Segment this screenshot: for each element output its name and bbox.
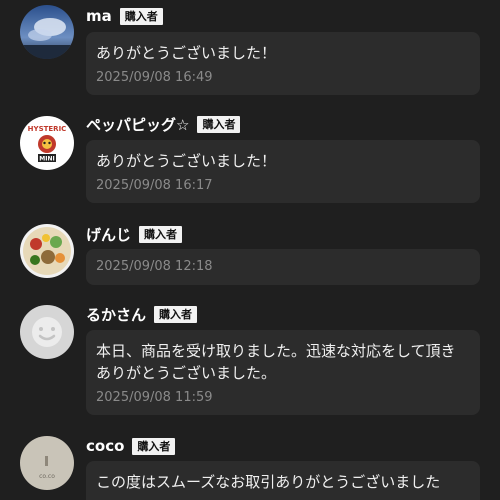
coco-logo-avatar-icon[interactable]: co.co bbox=[20, 436, 74, 490]
comment-item: ma 購入者 ありがとうございました！ 2025/09/08 16:49 bbox=[0, 0, 500, 110]
svg-text:MINI: MINI bbox=[39, 156, 54, 163]
buyer-badge: 購入者 bbox=[119, 7, 163, 25]
comment-bubble: この度はスムーズなお取引ありがとうございました bbox=[86, 461, 480, 500]
buyer-badge: 購入者 bbox=[132, 437, 176, 455]
comment-bubble: ありがとうございました！ 2025/09/08 16:17 bbox=[86, 140, 480, 203]
buyer-badge: 購入者 bbox=[154, 305, 198, 323]
comment-item: るかさん 購入者 本日、商品を受け取りました。迅速な対応をして頂きありがとうござ… bbox=[0, 300, 500, 430]
username[interactable]: げんじ bbox=[86, 224, 131, 245]
comment-item: HYSTERIC MINI ペッパピッグ☆ 購入者 ありがとうございました！ 2… bbox=[0, 110, 500, 220]
comment-timestamp: 2025/09/08 11:59 bbox=[96, 390, 213, 405]
username[interactable]: るかさん bbox=[86, 304, 146, 325]
comment-bubble: 2025/09/08 12:18 bbox=[86, 249, 480, 285]
svg-text:co.co: co.co bbox=[39, 473, 55, 480]
comment-bubble: ありがとうございました！ 2025/09/08 16:49 bbox=[86, 32, 480, 95]
username[interactable]: coco bbox=[86, 437, 124, 455]
comment-timestamp: 2025/09/08 16:17 bbox=[96, 178, 213, 193]
username[interactable]: ペッパピッグ☆ bbox=[86, 114, 189, 135]
default-user-avatar-icon[interactable] bbox=[20, 305, 74, 359]
comment-feed: ma 購入者 ありがとうございました！ 2025/09/08 16:49 HYS… bbox=[0, 0, 500, 500]
comment-text: ありがとうございました！ bbox=[96, 44, 277, 62]
username[interactable]: ma bbox=[86, 7, 112, 25]
comment-timestamp: 2025/09/08 16:49 bbox=[96, 70, 213, 85]
comment-text: ありがとうございました！ bbox=[96, 152, 277, 170]
comment-item: co.co coco 購入者 この度はスムーズなお取引ありがとうございました bbox=[0, 430, 500, 500]
comment-text: この度はスムーズなお取引ありがとうございました bbox=[96, 473, 441, 491]
buyer-badge: 購入者 bbox=[139, 225, 183, 243]
comment-timestamp: 2025/09/08 12:18 bbox=[96, 259, 213, 274]
hysteric-mini-logo-avatar-icon[interactable]: HYSTERIC MINI bbox=[20, 116, 74, 170]
comment-bubble: 本日、商品を受け取りました。迅速な対応をして頂きありがとうございました。 202… bbox=[86, 330, 480, 415]
sky-landscape-avatar-icon[interactable] bbox=[20, 5, 74, 59]
buyer-badge: 購入者 bbox=[197, 115, 241, 133]
comment-item: げんじ 購入者 2025/09/08 12:18 bbox=[0, 220, 500, 300]
food-plate-avatar-icon[interactable] bbox=[20, 224, 74, 278]
svg-text:HYSTERIC: HYSTERIC bbox=[28, 125, 67, 133]
comment-text: 本日、商品を受け取りました。迅速な対応をして頂きありがとうございました。 bbox=[96, 342, 456, 382]
